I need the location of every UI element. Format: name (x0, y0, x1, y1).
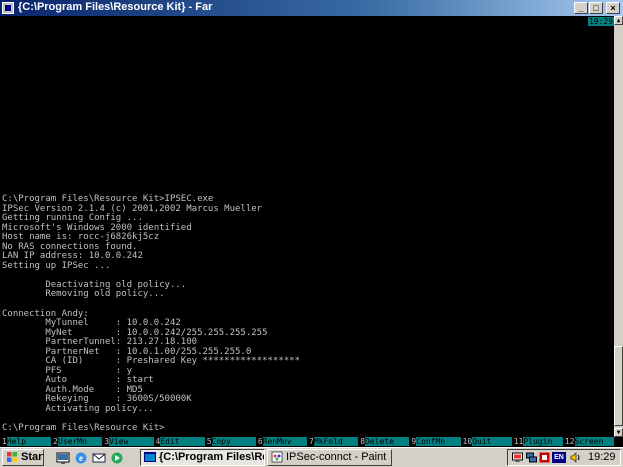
minimize-button[interactable]: _ (574, 2, 588, 14)
console-line: Removing old policy... (2, 289, 165, 300)
fkey-number: 1 (2, 437, 7, 446)
fkey-label: Plugin (523, 437, 563, 446)
fkey-number: 9 (411, 437, 417, 446)
fkey-number: 10 (462, 437, 473, 446)
windows-logo-icon (7, 452, 17, 463)
fkey-number: 4 (155, 437, 161, 446)
fkey-number: 6 (257, 437, 263, 446)
fkey-6[interactable]: 6 RenMov (256, 437, 308, 446)
taskbar-clock[interactable]: 19:29 (588, 451, 616, 463)
monitor-tray-icon[interactable] (512, 452, 523, 463)
scroll-up-button[interactable]: ▲ (614, 16, 623, 25)
taskbar-button-label: IPSec-connct - Paint (286, 451, 387, 463)
fkey-label: Screen (574, 437, 614, 446)
taskbar: Start e {C:\Program Files\Res... IPSec-c… (0, 447, 623, 467)
scrollbar-thumb[interactable] (614, 346, 623, 426)
svg-text:e: e (79, 453, 83, 463)
taskbar-button-label: {C:\Program Files\Res... (159, 451, 264, 463)
fkey-number: 2 (53, 437, 58, 446)
fkey-10[interactable]: 10 Quit (461, 437, 512, 446)
far-task-icon (144, 452, 156, 463)
scroll-down-button[interactable]: ▼ (614, 428, 623, 437)
window-title: {C:\Program Files\Resource Kit} - Far (18, 1, 213, 13)
fkey-label: UserMn (58, 437, 103, 446)
fkey-label: Delete (365, 437, 410, 446)
fkey-label: Quit (472, 437, 512, 446)
media-player-icon[interactable] (110, 451, 124, 465)
fkey-number: 11 (513, 437, 524, 446)
fkey-2[interactable]: 2 UserMn (51, 437, 103, 446)
fkey-label: MkFold (313, 437, 359, 446)
fkey-11[interactable]: 11 Plugin (512, 437, 563, 446)
fkey-9[interactable]: 9 ConfMn (409, 437, 461, 446)
fkey-7[interactable]: 7 MkFold (307, 437, 359, 446)
fkey-1[interactable]: 1 Help (0, 437, 52, 446)
console-output: C:\Program Files\Resource Kit>IPSEC.exe I… (2, 194, 300, 434)
far-clock: 19:29 (588, 17, 614, 26)
function-key-bar: 1 Help 2 UserMn 3 View 4 Edit 5 Copy 6 RenMov 7 MkFol… (0, 437, 614, 446)
fkey-3[interactable]: 3 View (102, 437, 154, 446)
fkey-label: Copy (211, 437, 256, 446)
console-line: C:\Program Files\Resource Kit> (2, 423, 165, 434)
antivirus-tray-icon[interactable] (539, 452, 550, 463)
window-title-bar[interactable]: {C:\Program Files\Resource Kit} - Far _ … (0, 0, 623, 16)
close-button[interactable]: × (606, 2, 620, 14)
start-button[interactable]: Start (2, 449, 44, 466)
fkey-number: 3 (104, 437, 110, 446)
show-desktop-icon[interactable] (56, 451, 70, 465)
maximize-button[interactable]: □ (589, 2, 603, 14)
volume-tray-icon[interactable] (570, 452, 581, 463)
language-indicator[interactable]: EN (552, 452, 566, 463)
fkey-number: 12 (564, 437, 575, 446)
taskbar-button-paint[interactable]: IPSec-connct - Paint (267, 449, 392, 466)
console-area[interactable]: C:\Program Files\Resource Kit>IPSEC.exe I… (0, 16, 614, 437)
network-tray-icon[interactable] (526, 452, 537, 463)
far-app-icon[interactable] (2, 2, 14, 14)
outlook-express-icon[interactable] (92, 451, 106, 465)
fkey-label: ConfMn (416, 437, 461, 446)
start-label: Start (21, 451, 44, 463)
console-line: Activating policy... (2, 404, 154, 415)
fkey-label: RenMov (262, 437, 308, 446)
fkey-number: 5 (206, 437, 212, 446)
paint-task-icon (271, 451, 283, 463)
fkey-8[interactable]: 8 Delete (358, 437, 410, 446)
taskbar-button-far[interactable]: {C:\Program Files\Res... (140, 449, 265, 466)
internet-explorer-icon[interactable]: e (74, 451, 88, 465)
fkey-12[interactable]: 12 Screen (563, 437, 614, 446)
console-line: Setting up IPSec ... (2, 260, 111, 271)
fkey-label: View (109, 437, 154, 446)
fkey-label: Edit (160, 437, 205, 446)
fkey-5[interactable]: 5 Copy (205, 437, 256, 446)
fkey-4[interactable]: 4 Edit (154, 437, 205, 446)
fkey-number: 8 (360, 437, 366, 446)
system-tray: EN 19:29 (507, 449, 621, 466)
fkey-number: 7 (309, 437, 314, 446)
fkey-label: Help (6, 437, 52, 446)
vertical-scrollbar[interactable]: ▲ ▼ (614, 16, 623, 437)
